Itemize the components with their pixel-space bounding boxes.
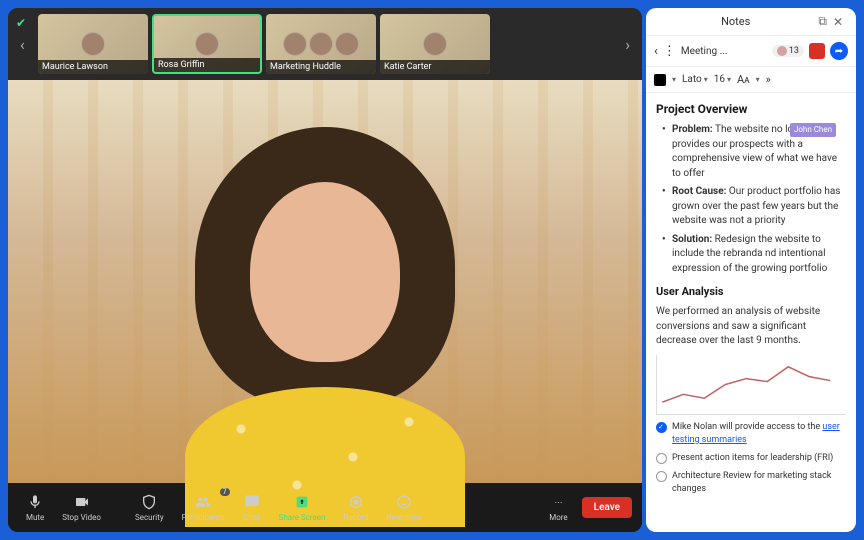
security-button[interactable]: Security xyxy=(127,489,172,526)
people-icon xyxy=(194,493,212,511)
gallery-next[interactable]: › xyxy=(621,31,634,58)
more-icon: ⋯ xyxy=(549,493,567,511)
notes-header: Notes ⧉ ✕ xyxy=(646,8,856,36)
leave-button[interactable]: Leave xyxy=(582,497,632,518)
analysis-text: We performed an analysis of website conv… xyxy=(656,305,846,349)
format-toolbar: ▾ Lato▾ 16▾ Aᴀ▾ » xyxy=(646,67,856,93)
analysis-chart xyxy=(656,355,846,415)
thumb-label: Marketing Huddle xyxy=(266,60,376,74)
close-icon[interactable]: ✕ xyxy=(830,15,846,29)
stop-video-button[interactable]: Stop Video xyxy=(54,489,109,526)
mute-button[interactable]: Mute xyxy=(18,489,52,526)
record-icon xyxy=(347,493,365,511)
list-item: Solution: Redesign the website to includ… xyxy=(664,233,846,277)
gallery-thumb[interactable]: Rosa Griffin xyxy=(152,14,262,74)
thumb-label: Katie Carter xyxy=(380,60,490,74)
record-button[interactable]: Record xyxy=(335,489,376,526)
checkbox-checked-icon[interactable] xyxy=(656,422,667,433)
more-format-icon[interactable]: » xyxy=(766,73,771,86)
participants-count: 7 xyxy=(220,488,230,496)
gallery-thumb[interactable]: Katie Carter xyxy=(380,14,490,74)
checkbox-icon[interactable] xyxy=(656,471,667,482)
participants-button[interactable]: 7 Participants xyxy=(174,489,233,526)
thumb-label: Rosa Griffin xyxy=(154,58,260,72)
text-style-icon[interactable]: Aᴀ xyxy=(737,73,750,86)
chat-icon xyxy=(243,493,261,511)
heading-overview: Project Overview xyxy=(656,101,846,118)
video-pane: ✔ ‹ Maurice Lawson Rosa Griffin Marketin… xyxy=(8,8,642,532)
gallery-thumb[interactable]: Marketing Huddle xyxy=(266,14,376,74)
thumb-label: Maurice Lawson xyxy=(38,60,148,74)
notes-pane: Notes ⧉ ✕ ‹ ⋮ Meeting ... 13 ➦ ▾ Lato▾ 1… xyxy=(646,8,856,532)
mic-icon xyxy=(26,493,44,511)
meeting-name: Meeting ... xyxy=(681,46,767,57)
font-selector[interactable]: Lato▾ xyxy=(682,74,708,85)
back-icon[interactable]: ‹ xyxy=(654,44,658,59)
share-icon xyxy=(293,493,311,511)
notes-subheader: ‹ ⋮ Meeting ... 13 ➦ xyxy=(646,36,856,67)
share-screen-button[interactable]: Share Screen xyxy=(271,489,334,526)
heading-analysis: User Analysis xyxy=(656,284,846,300)
task-item[interactable]: Mike Nolan will provide access to the us… xyxy=(656,421,846,447)
more-button[interactable]: ⋯ More xyxy=(541,489,575,526)
stop-record-button[interactable] xyxy=(809,43,825,59)
menu-icon[interactable]: ⋮ xyxy=(663,44,676,59)
popout-icon[interactable]: ⧉ xyxy=(815,14,830,29)
chevron-down-icon[interactable]: ▾ xyxy=(672,75,676,84)
gallery-strip: ‹ Maurice Lawson Rosa Griffin Marketing … xyxy=(8,8,642,80)
gallery-thumb[interactable]: Maurice Lawson xyxy=(38,14,148,74)
smile-icon xyxy=(395,493,413,511)
reactions-button[interactable]: Reactions xyxy=(379,489,430,526)
checkbox-icon[interactable] xyxy=(656,453,667,464)
share-note-button[interactable]: ➦ xyxy=(830,42,848,60)
notes-content[interactable]: Project Overview Problem: The website no… xyxy=(646,93,856,532)
task-item[interactable]: Present action items for leadership (FRI… xyxy=(656,452,846,465)
meeting-toolbar: Mute Stop Video Security 7 Participants … xyxy=(8,483,642,532)
camera-icon xyxy=(73,493,91,511)
main-video[interactable] xyxy=(8,80,642,483)
size-selector[interactable]: 16▾ xyxy=(714,74,731,85)
list-item: Problem: The website no longer provides … xyxy=(664,123,846,181)
verified-icon: ✔ xyxy=(16,16,26,30)
list-item: Root Cause: Our product portfolio has gr… xyxy=(664,185,846,229)
shield-icon xyxy=(140,493,158,511)
task-item[interactable]: Architecture Review for marketing stack … xyxy=(656,470,846,496)
gallery-prev[interactable]: ‹ xyxy=(16,31,29,58)
notes-title: Notes xyxy=(656,15,815,28)
participant-badge[interactable]: 13 xyxy=(772,45,804,57)
collab-cursor: John Chen xyxy=(790,123,836,137)
chat-button[interactable]: Chat xyxy=(235,489,269,526)
color-swatch[interactable] xyxy=(654,74,666,86)
